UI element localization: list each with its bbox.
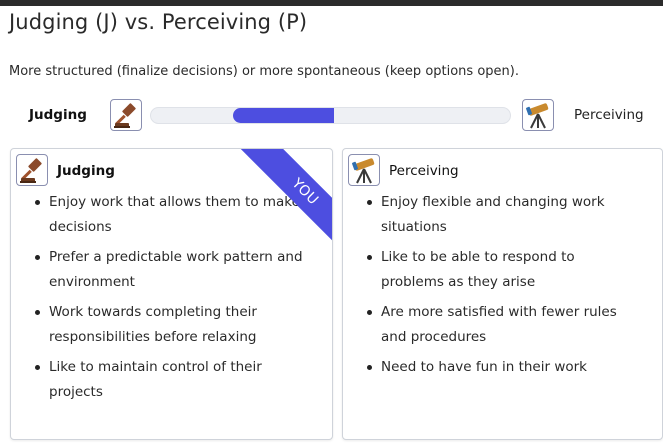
- telescope-icon: [348, 154, 380, 186]
- scale-fill: [233, 108, 335, 123]
- scale-label-perceiving: Perceiving: [574, 107, 644, 123]
- gavel-icon: [16, 154, 48, 186]
- page-description: More structured (finalize decisions) or …: [9, 64, 519, 79]
- perceiving-card-title: Perceiving: [389, 163, 459, 179]
- list-item: Enjoy flexible and changing work situati…: [367, 190, 641, 239]
- gavel-icon: [110, 99, 142, 131]
- list-item: Prefer a predictable work pattern and en…: [35, 245, 309, 294]
- list-item: Enjoy work that allows them to make deci…: [35, 190, 309, 239]
- judging-card-title: Judging: [57, 163, 115, 179]
- telescope-icon: [522, 99, 554, 131]
- list-item: Need to have fun in their work: [367, 355, 641, 380]
- list-item: Like to be able to respond to problems a…: [367, 245, 641, 294]
- list-item: Like to maintain control of their projec…: [35, 355, 309, 404]
- judging-list: Enjoy work that allows them to make deci…: [11, 190, 309, 410]
- top-bar: [0, 0, 663, 6]
- perceiving-card: Perceiving Enjoy flexible and changing w…: [342, 148, 663, 440]
- list-item: Are more satisfied with fewer rules and …: [367, 300, 641, 349]
- perceiving-list: Enjoy flexible and changing work situati…: [343, 190, 641, 386]
- list-item: Work towards completing their responsibi…: [35, 300, 309, 349]
- scale-label-judging: Judging: [29, 107, 87, 123]
- judging-card: Judging Enjoy work that allows them to m…: [10, 148, 333, 440]
- page-title: Judging (J) vs. Perceiving (P): [9, 10, 308, 34]
